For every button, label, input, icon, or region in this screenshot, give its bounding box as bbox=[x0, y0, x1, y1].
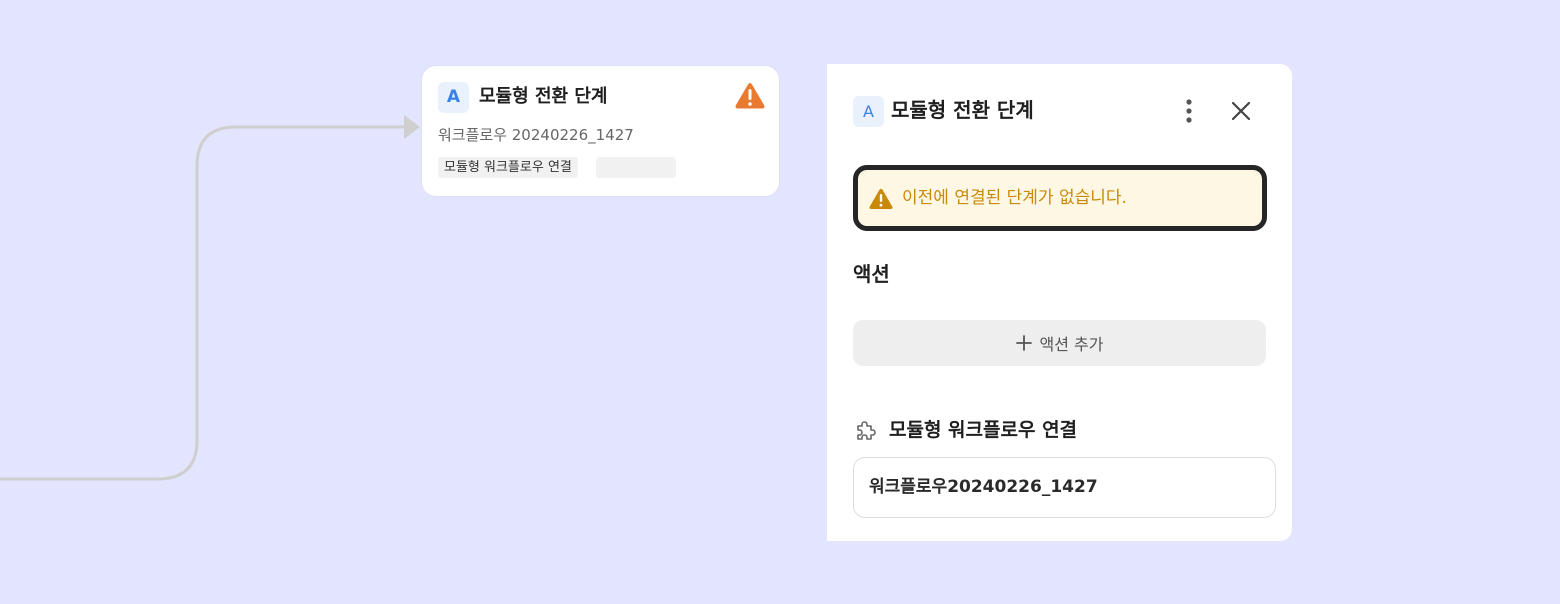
actions-heading: 액션 bbox=[853, 262, 890, 286]
node-workflow-name: 워크플로우 20240226_1427 bbox=[438, 126, 634, 144]
linked-workflow-field[interactable]: 워크플로우20240226_1427 bbox=[853, 457, 1276, 518]
warning-triangle-icon bbox=[735, 83, 765, 109]
warning-triangle-icon bbox=[869, 188, 893, 209]
node-type-badge: A bbox=[438, 82, 469, 113]
workflow-canvas[interactable]: A 모듈형 전환 단계 워크플로우 20240226_1427 모듈형 워크플로… bbox=[0, 0, 1560, 604]
linked-workflow-value: 워크플로우20240226_1427 bbox=[869, 477, 1098, 497]
close-icon[interactable] bbox=[1228, 98, 1254, 124]
add-action-label: 액션 추가 bbox=[1039, 335, 1104, 354]
workflow-node-card[interactable]: A 모듈형 전환 단계 워크플로우 20240226_1427 모듈형 워크플로… bbox=[422, 66, 779, 196]
plus-icon bbox=[1015, 335, 1032, 351]
node-tag-placeholder bbox=[596, 157, 676, 178]
puzzle-icon bbox=[857, 421, 876, 440]
more-options-icon[interactable] bbox=[1177, 98, 1201, 124]
node-title: 모듈형 전환 단계 bbox=[479, 86, 608, 107]
connector-line bbox=[0, 115, 420, 481]
modular-workflow-heading: 모듈형 워크플로우 연결 bbox=[889, 419, 1078, 441]
panel-type-badge: A bbox=[853, 96, 884, 127]
connector-arrowhead bbox=[404, 115, 420, 139]
step-detail-panel: A 모듈형 전환 단계 이전에 연결된 단계가 없습니다. 액션 액션 추가 모… bbox=[827, 64, 1292, 541]
node-module-tag: 모듈형 워크플로우 연결 bbox=[438, 157, 578, 178]
panel-title: 모듈형 전환 단계 bbox=[891, 98, 1034, 122]
add-action-button[interactable]: 액션 추가 bbox=[853, 320, 1266, 366]
alert-message: 이전에 연결된 단계가 없습니다. bbox=[902, 188, 1127, 208]
no-previous-step-alert: 이전에 연결된 단계가 없습니다. bbox=[853, 165, 1267, 231]
